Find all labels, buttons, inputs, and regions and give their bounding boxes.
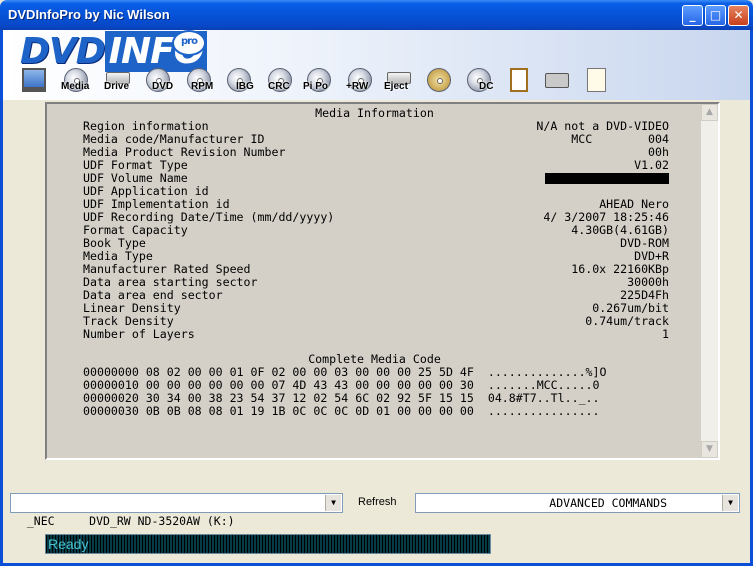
toolbar-label-rpm: RPM (191, 81, 214, 92)
toolbar-label-dc: DC (479, 81, 494, 92)
commands-select[interactable]: ADVANCED COMMANDS ▼ (415, 493, 740, 513)
toolbar-label-ibg: IBG (236, 81, 254, 92)
info-value: 0.74um/track (585, 314, 669, 328)
logo-dvd: DVD (20, 31, 106, 72)
toolbar-label-crc: CRC (268, 81, 290, 92)
status-bar: Ready (45, 534, 491, 554)
refresh-button[interactable]: Refresh (358, 496, 397, 508)
media-info-panel: Media Information Region information N/A … (45, 102, 720, 460)
toolbar-label-eject: Eject (384, 81, 408, 92)
notepad-icon (587, 68, 606, 92)
minimize-icon: _ (689, 8, 696, 22)
drive-select-dropdown[interactable]: ▼ (325, 495, 341, 511)
toolbar-label-drive: Drive (104, 81, 130, 92)
minimize-button[interactable]: _ (682, 5, 703, 26)
chevron-down-icon: ▼ (728, 498, 733, 507)
toolbar-label-media: Media (61, 81, 90, 92)
app-logo: DVD INFO pro (20, 30, 208, 72)
close-icon: ✕ (733, 8, 744, 22)
scroll-up-button[interactable]: ▲ (701, 104, 718, 121)
maximize-icon: □ (709, 8, 722, 22)
status-text: Ready (48, 536, 89, 552)
info-value: 1 (662, 327, 669, 341)
scroll-down-icon: ▼ (706, 444, 713, 454)
media-info-text: Media Information Region information N/A … (47, 104, 702, 458)
scroll-down-button[interactable]: ▼ (701, 441, 718, 458)
drive-select-value: _NEC DVD_RW ND-3520AW (K:) (26, 514, 235, 528)
logo-pro: pro (172, 30, 206, 56)
scroll-up-icon: ▲ (706, 107, 713, 117)
close-button[interactable]: ✕ (728, 5, 749, 26)
chevron-down-icon: ▼ (331, 498, 336, 507)
toolbar-label-pipo: Pi Po (303, 81, 329, 92)
info-label: Number of Layers (83, 327, 195, 341)
toolbar-label-dvd: DVD (152, 81, 174, 92)
info-row: Book Type DVD-ROM (83, 237, 669, 250)
clipboard-icon (510, 68, 528, 92)
maximize-button[interactable]: □ (705, 5, 726, 26)
info-row: Number of Layers 1 (83, 328, 669, 341)
vertical-scrollbar[interactable]: ▲ ▼ (701, 104, 718, 458)
drive-select[interactable]: _NEC DVD_RW ND-3520AW (K:) ▼ (10, 493, 343, 528)
title-bar[interactable]: DVDInfoPro by Nic Wilson _ □ ✕ (0, 0, 753, 30)
monitor-icon (22, 68, 46, 92)
toolbar-label-plusrw: +RW (346, 81, 369, 92)
info-value: V1.02 (634, 158, 669, 172)
hex-line: 00000030 0B 0B 08 08 01 19 1B 0C 0C 0C 0… (83, 404, 600, 418)
info-row: Format Capacity 4.30GB(4.61GB) (83, 224, 669, 237)
window-title: DVDInfoPro by Nic Wilson (8, 7, 170, 22)
commands-select-value: ADVANCED COMMANDS (549, 496, 667, 510)
commands-select-dropdown[interactable]: ▼ (722, 495, 738, 511)
camera-icon (545, 73, 569, 88)
redacted-value (545, 173, 669, 184)
wrench-icon (427, 68, 451, 92)
